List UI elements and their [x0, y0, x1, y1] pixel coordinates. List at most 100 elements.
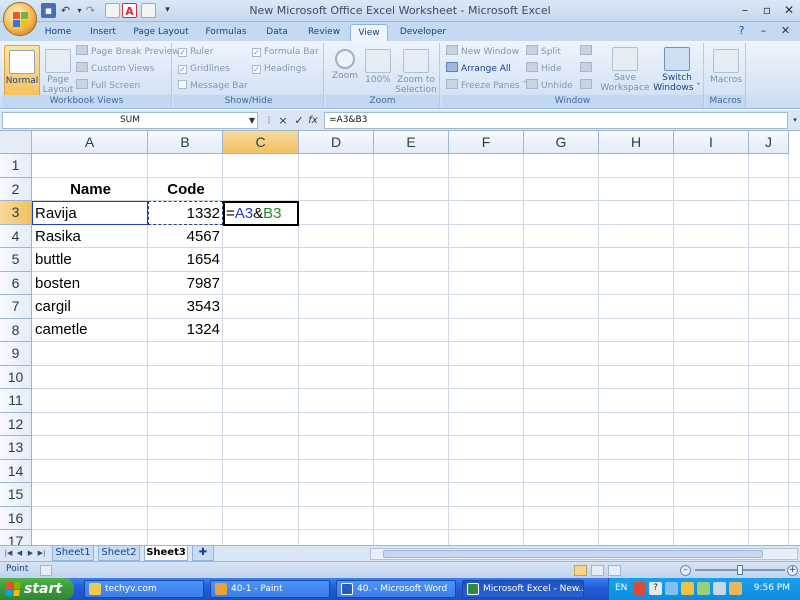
office-button[interactable]: [3, 2, 37, 36]
column-header-J[interactable]: J: [749, 131, 789, 154]
ribbon-minimize-icon[interactable]: –: [756, 23, 771, 38]
tray-app-icon[interactable]: [633, 582, 646, 595]
language-indicator[interactable]: EN: [615, 583, 627, 593]
custom-views-button[interactable]: Custom Views: [76, 62, 154, 76]
column-header-D[interactable]: D: [299, 131, 374, 154]
split-button[interactable]: Split: [526, 45, 561, 59]
normal-view-status-icon[interactable]: [574, 565, 587, 576]
row-header-2[interactable]: 2: [0, 177, 32, 201]
worksheet-grid[interactable]: ABCDEFGHIJ 1 2 3 4 5 6 7 8 9 10 11 12 13 14 15 16 17 Nam…: [0, 131, 800, 545]
tray-security-icon[interactable]: [681, 582, 694, 595]
cell-B4[interactable]: 4567: [149, 225, 223, 248]
save-workspace-button[interactable]: Save Workspace: [600, 45, 650, 93]
column-header-C[interactable]: C: [223, 131, 299, 154]
column-header-F[interactable]: F: [449, 131, 524, 154]
column-header-B[interactable]: B: [148, 131, 223, 154]
cell-A4[interactable]: Rasika: [33, 225, 148, 248]
cell-A8[interactable]: cametle: [33, 318, 148, 341]
first-sheet-icon[interactable]: |◀: [4, 548, 13, 559]
taskbar-item-word[interactable]: 40. - Microsoft Word: [336, 580, 456, 598]
row-header-5[interactable]: 5: [0, 248, 32, 272]
switch-windows-button[interactable]: Switch Windows ˇ: [652, 45, 702, 93]
new-window-button[interactable]: New Window: [446, 45, 519, 59]
maximize-icon[interactable]: ▫: [756, 2, 778, 18]
arrange-all-button[interactable]: Arrange All: [446, 62, 511, 76]
workbook-close-icon[interactable]: ✕: [778, 23, 793, 38]
prev-sheet-icon[interactable]: ◀: [15, 548, 24, 559]
horizontal-scrollbar[interactable]: [370, 548, 798, 560]
sheet-tab-1[interactable]: Sheet1: [52, 546, 94, 561]
zoom-100-button[interactable]: 100%: [362, 45, 394, 85]
view-side-by-side-button[interactable]: [580, 45, 595, 59]
formula-bar-checkbox[interactable]: ✓ Formula Bar: [252, 45, 319, 59]
page-layout-status-icon[interactable]: [591, 565, 604, 576]
expand-formula-bar-icon[interactable]: ▾: [788, 113, 800, 128]
macros-button[interactable]: Macros: [708, 45, 744, 85]
tab-view[interactable]: View: [350, 24, 388, 41]
insert-function-icon[interactable]: fx: [306, 113, 320, 128]
row-header-14[interactable]: 14: [0, 459, 32, 483]
cell-A5[interactable]: buttle: [33, 248, 148, 271]
tray-volume-icon[interactable]: [713, 582, 726, 595]
row-header-8[interactable]: 8: [0, 318, 32, 342]
zoom-out-icon[interactable]: –: [680, 565, 691, 576]
enter-icon[interactable]: ✓: [292, 113, 306, 128]
column-header-A[interactable]: A: [32, 131, 148, 154]
row-header-13[interactable]: 13: [0, 436, 32, 460]
sheet-tab-2[interactable]: Sheet2: [98, 546, 140, 561]
page-break-preview-button[interactable]: Page Break Preview: [76, 45, 179, 59]
macro-record-icon[interactable]: [40, 565, 52, 576]
name-box-dropdown-icon[interactable]: ▼: [249, 113, 255, 128]
column-header-I[interactable]: I: [674, 131, 749, 154]
column-header-H[interactable]: H: [599, 131, 674, 154]
tab-page-layout[interactable]: Page Layout: [130, 24, 192, 41]
ruler-checkbox[interactable]: ✓ Ruler: [178, 45, 213, 59]
tab-home[interactable]: Home: [40, 24, 76, 41]
cell-B6[interactable]: 7987: [149, 272, 223, 295]
insert-sheet-icon[interactable]: ✚: [192, 546, 214, 561]
zoom-button[interactable]: Zoom: [328, 45, 362, 81]
tab-developer[interactable]: Developer: [394, 24, 452, 41]
row-header-11[interactable]: 11: [0, 389, 32, 413]
row-header-7[interactable]: 7: [0, 295, 32, 319]
zoom-slider[interactable]: [695, 565, 785, 575]
freeze-panes-button[interactable]: Freeze Panes ˇ: [446, 79, 527, 93]
horizontal-scroll-thumb[interactable]: [383, 550, 763, 558]
close-icon[interactable]: ✕: [778, 2, 800, 18]
column-header-E[interactable]: E: [374, 131, 449, 154]
taskbar-item-paint[interactable]: 40-1 - Paint: [210, 580, 330, 598]
cell-B8[interactable]: 1324: [149, 318, 223, 341]
full-screen-button[interactable]: Full Screen: [76, 79, 140, 93]
gridlines-checkbox[interactable]: ✓ Gridlines: [178, 62, 230, 76]
select-all-corner[interactable]: [0, 131, 32, 154]
row-header-4[interactable]: 4: [0, 224, 32, 248]
name-box[interactable]: SUM ▼: [2, 112, 258, 129]
cell-B5[interactable]: 1654: [149, 248, 223, 271]
cancel-icon[interactable]: ×: [276, 113, 290, 128]
cell-A2[interactable]: Name: [33, 178, 148, 201]
synchronous-scrolling-button[interactable]: [580, 62, 595, 76]
zoom-slider-knob[interactable]: [737, 565, 743, 575]
unhide-button[interactable]: Unhide: [526, 79, 573, 93]
reset-window-position-button[interactable]: [580, 79, 595, 93]
tab-review[interactable]: Review: [302, 24, 346, 41]
tab-insert[interactable]: Insert: [84, 24, 122, 41]
zoom-to-selection-button[interactable]: Zoom to Selection: [394, 45, 438, 95]
normal-view-button[interactable]: Normal: [4, 45, 40, 97]
tray-help-icon[interactable]: ?: [649, 582, 662, 595]
tray-update-icon[interactable]: [697, 582, 710, 595]
tab-data[interactable]: Data: [260, 24, 294, 41]
row-header-16[interactable]: 16: [0, 506, 32, 530]
minimize-icon[interactable]: –: [734, 2, 756, 18]
row-header-1[interactable]: 1: [0, 154, 32, 178]
row-header-15[interactable]: 15: [0, 483, 32, 507]
column-header-G[interactable]: G: [524, 131, 599, 154]
sheet-tab-3[interactable]: Sheet3: [144, 546, 188, 561]
cell-B2[interactable]: Code: [149, 178, 223, 201]
row-header-6[interactable]: 6: [0, 271, 32, 295]
row-header-9[interactable]: 9: [0, 342, 32, 366]
cell-A6[interactable]: bosten: [33, 272, 148, 295]
row-header-17[interactable]: 17: [0, 530, 32, 545]
cell-B7[interactable]: 3543: [149, 295, 223, 318]
start-button[interactable]: start: [0, 578, 74, 600]
